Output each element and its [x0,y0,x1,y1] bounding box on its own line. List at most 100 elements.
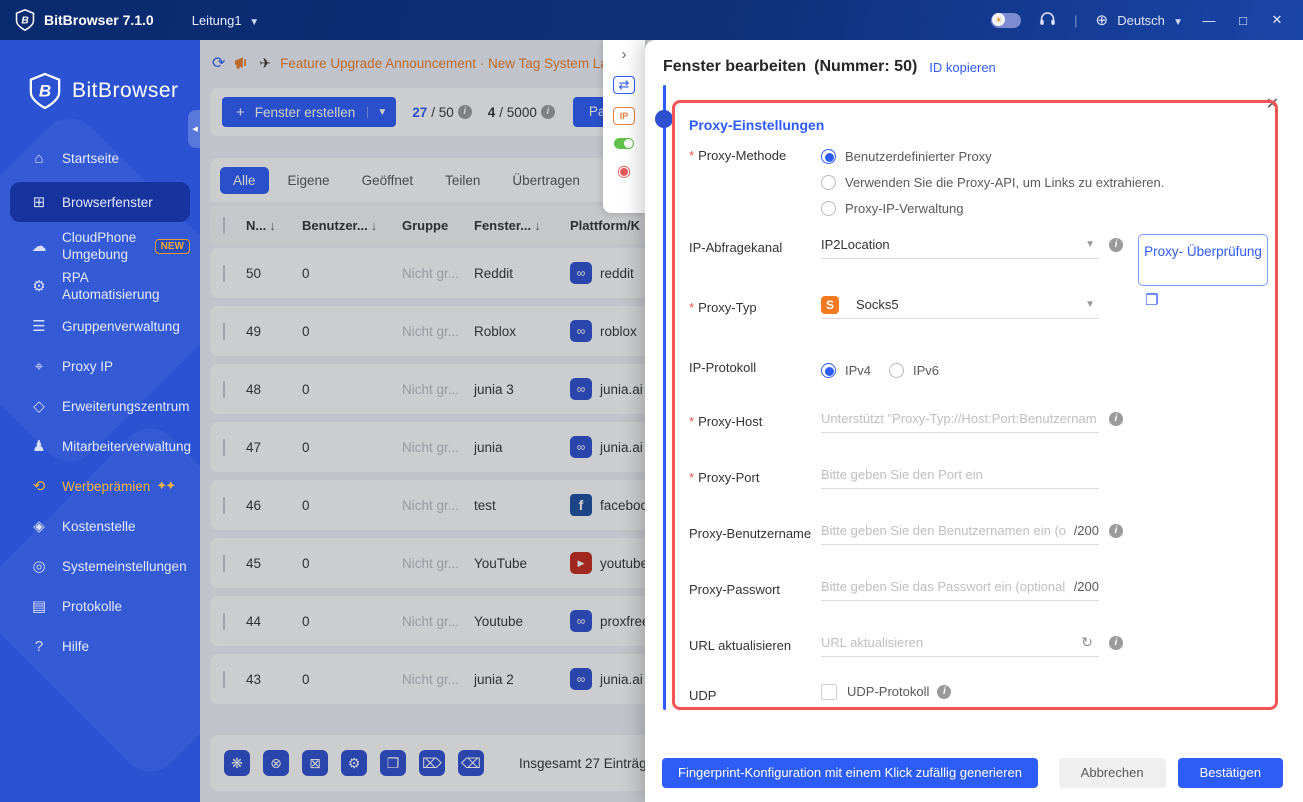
sidebar-item-label: Werbeprämien [62,478,151,494]
window-sync-icon[interactable]: ⇄ [613,76,635,94]
language-selector[interactable]: ⊕ Deutsch ▼ [1095,11,1183,29]
titlebar: B BitBrowser 7.1.0 Leitung1 ▼ | ⊕ Deutsc… [0,0,1303,40]
radio-proxy-ip-management[interactable]: Proxy-IP-Verwaltung [821,195,964,221]
info-icon[interactable]: i [937,685,952,699]
refresh-url-input[interactable] [821,635,1074,650]
people-icon: ♟ [32,438,46,455]
socks5-badge-icon: S [821,295,839,314]
brand-name: BitBrowser [72,79,179,102]
info-icon[interactable]: i [1109,524,1123,538]
info-icon[interactable]: i [1109,636,1123,650]
proxy-port-input[interactable] [821,467,1099,482]
sidebar-item-mitarbeiterverwaltung[interactable]: ♟ Mitarbeiterverwaltung [0,426,200,466]
copy-id-link[interactable]: ID kopieren [929,60,995,75]
proxy-ip-icon[interactable]: IP [613,107,635,125]
sidebar-item-label: Erweiterungszentrum [62,398,190,414]
proxy-check-button[interactable]: Proxy- Überprüfung [1138,234,1268,286]
info-icon[interactable]: i [1109,412,1123,426]
sidebar-item-label: Protokolle [62,598,123,614]
sidebar-item-label: Startseite [62,150,120,166]
maximize-button[interactable]: □ [1235,13,1251,28]
proxy-host-row: Proxy-Host i [675,405,1275,461]
modal-title: Fenster bearbeiten [663,58,807,75]
sidebar-item-werbepraemien[interactable]: ⟲ Werbeprämien ✦✦ [0,466,200,506]
expand-chevron-icon[interactable]: › [622,46,627,63]
ip-channel-select[interactable]: IP2Location ▼ [821,231,1099,259]
new-badge: NEW [154,238,190,254]
sidebar-item-rpa[interactable]: ⚙ RPA Automatisierung [0,266,200,306]
sidebar-item-startseite[interactable]: ⌂ Startseite [0,138,200,178]
line-selector[interactable]: Leitung1 ▼ [192,13,259,28]
theme-toggle[interactable] [991,12,1022,28]
close-button[interactable]: ✕ [1269,12,1285,28]
info-icon[interactable]: i [1109,238,1123,252]
section-anchor-dot[interactable] [655,110,673,128]
sidebar-item-browserfenster[interactable]: ⊞ Browserfenster [10,182,190,222]
radio-icon [821,362,836,378]
ip-protocol-row: IP-Protokoll IPv4 IPv6 [675,351,1275,405]
sidebar-collapse-handle[interactable]: ◂ [188,110,200,148]
sidebar-item-systemeinstellungen[interactable]: ◎ Systemeinstellungen [0,546,200,586]
proxy-host-input[interactable] [821,411,1099,426]
radio-ipv6[interactable]: IPv6 [889,357,939,383]
box-icon: ◇ [33,398,45,415]
cancel-button[interactable]: Abbrechen [1058,758,1166,788]
fingerprint-icon[interactable]: ◉ [613,162,635,180]
brand: B BitBrowser [28,72,200,110]
modal-side-drawer: › ⇄ IP ◉ [603,40,645,213]
toggle-on-icon[interactable] [614,138,634,149]
edit-window-modal: Fenster bearbeiten (Nummer: 50) ID kopie… [645,40,1303,802]
sidebar-item-hilfe[interactable]: ? Hilfe [0,626,200,666]
proxy-username-row: Proxy-Benutzername /200 i [675,517,1275,573]
sidebar-item-label: Mitarbeiterverwaltung [62,438,192,454]
sidebar-item-gruppenverwaltung[interactable]: ☰ Gruppenverwaltung [0,306,200,346]
sidebar-item-proxy-ip[interactable]: ⌖ Proxy IP [0,346,200,386]
radio-icon [889,362,905,378]
help-icon: ? [34,637,44,655]
sidebar-item-erweiterungszentrum[interactable]: ◇ Erweiterungszentrum [0,386,200,426]
sidebar: B BitBrowser ◂ ⌂ Startseite ⊞ Browserfenste… [0,40,200,802]
section-title: Proxy-Einstellungen [689,117,825,133]
sidebar-item-label: Kostenstelle [62,518,136,534]
proxy-port-row: Proxy-Port [675,461,1275,517]
radio-proxy-api[interactable]: Verwenden Sie die Proxy-API, um Links zu… [821,169,1164,195]
random-fingerprint-button[interactable]: Fingerprint-Konfiguration mit einem Klic… [662,758,1038,788]
sidebar-menu: ⌂ Startseite ⊞ Browserfenster ☁ CloudPhone Um… [0,138,200,666]
bitbrowser-window: B BitBrowser 7.1.0 Leitung1 ▼ | ⊕ Deutsc… [0,0,1303,802]
doc-icon: ▤ [31,598,47,615]
window-number: (Nummer: 50) [814,58,918,75]
radio-icon [821,148,836,164]
radio-custom-proxy[interactable]: Benutzerdefinierter Proxy [821,143,992,169]
copy-icon[interactable]: ❐ [1145,291,1158,309]
reward-icon: ⟲ [32,478,46,495]
udp-checkbox[interactable] [821,684,837,700]
chevron-down-icon: ▼ [1173,17,1183,28]
sidebar-item-label: Gruppenverwaltung [62,318,180,334]
app-logo-icon: B [15,9,35,31]
proxy-password-input[interactable] [821,579,1066,594]
sidebar-item-label: Browserfenster [62,194,153,210]
modal-header: Fenster bearbeiten (Nummer: 50) ID kopie… [645,40,1303,76]
proxy-password-row: Proxy-Passwort /200 [675,573,1275,629]
sidebar-item-protokolle[interactable]: ▤ Protokolle [0,586,200,626]
proxy-username-input[interactable] [821,523,1066,538]
sidebar-item-label: Hilfe [62,638,90,654]
radio-ipv4[interactable]: IPv4 [821,357,871,383]
modal-footer: Fingerprint-Konfiguration mit einem Klic… [645,744,1303,802]
confirm-button[interactable]: Bestätigen [1177,758,1283,788]
sidebar-item-cloudphone[interactable]: ☁ CloudPhone Umgebung NEW [0,226,200,266]
minimize-button[interactable]: — [1201,13,1217,28]
proxy-type-row: Proxy-Typ S Socks5 ▼ [675,291,1275,351]
robot-icon: ⚙ [32,278,46,295]
cloud-icon: ☁ [31,238,47,255]
support-headset-icon[interactable] [1039,11,1056,30]
pin-icon: ⌖ [34,357,44,375]
app-title: BitBrowser 7.1.0 [44,12,154,28]
udp-row: UDP UDP-Protokoll i [675,679,1275,713]
layers-icon: ☰ [32,318,46,335]
proxy-type-select[interactable]: S Socks5 ▼ [821,291,1099,319]
refresh-icon[interactable]: ↻ [1081,634,1093,651]
refresh-url-row: URL aktualisieren ↻ i [675,629,1275,679]
sidebar-item-kostenstelle[interactable]: ◈ Kostenstelle [0,506,200,546]
sparkle-icon: ✦✦ [156,478,176,493]
